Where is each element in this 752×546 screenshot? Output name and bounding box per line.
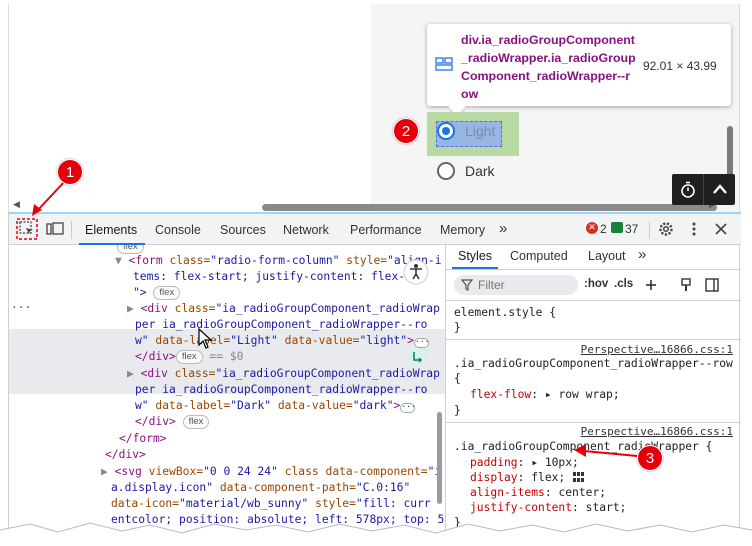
inspect-highlight-box bbox=[16, 218, 38, 240]
torn-edge bbox=[0, 522, 752, 546]
callout-3: 3 bbox=[637, 445, 663, 471]
callout-1: 1 bbox=[57, 159, 83, 185]
callout-2: 2 bbox=[393, 118, 419, 144]
